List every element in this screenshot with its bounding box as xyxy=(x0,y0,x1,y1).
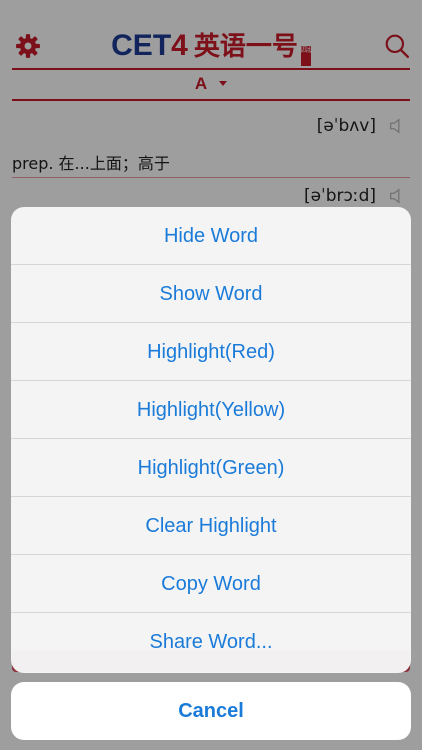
hide-word-button[interactable]: Hide Word xyxy=(11,207,411,265)
share-word-button[interactable]: Share Word... xyxy=(11,613,411,671)
copy-word-button[interactable]: Copy Word xyxy=(11,555,411,613)
cancel-button[interactable]: Cancel xyxy=(11,682,411,740)
show-word-button[interactable]: Show Word xyxy=(11,265,411,323)
highlight-yellow-button[interactable]: Highlight(Yellow) xyxy=(11,381,411,439)
clear-highlight-button[interactable]: Clear Highlight xyxy=(11,497,411,555)
action-sheet: Hide Word Show Word Highlight(Red) Highl… xyxy=(11,207,411,673)
highlight-red-button[interactable]: Highlight(Red) xyxy=(11,323,411,381)
highlight-green-button[interactable]: Highlight(Green) xyxy=(11,439,411,497)
